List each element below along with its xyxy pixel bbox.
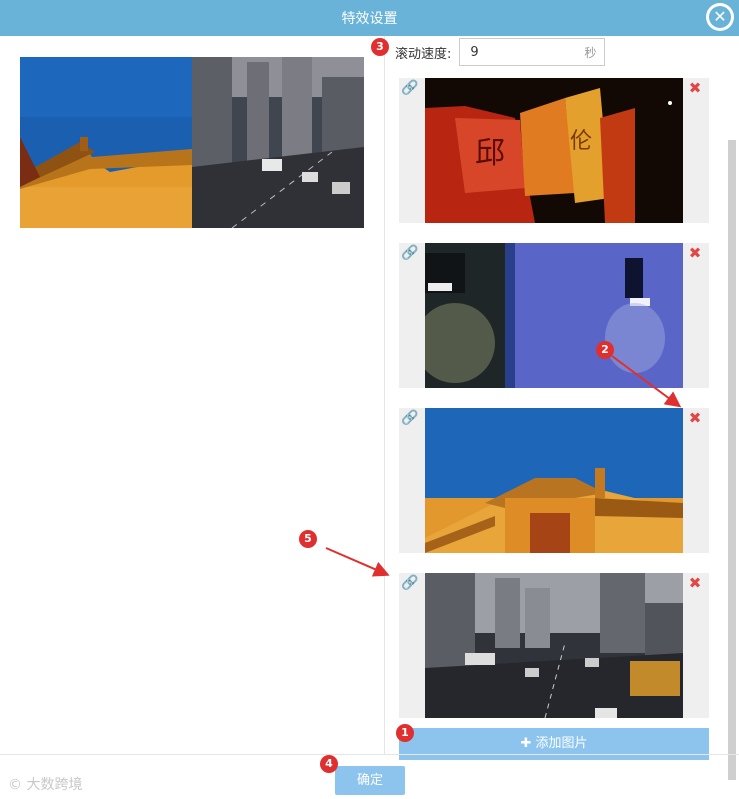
- annotation-marker-1: 1: [396, 724, 414, 742]
- watermark: © 大数跨境: [8, 774, 82, 794]
- image-red-lantern: 邱 伦: [425, 78, 683, 223]
- image-blue-wall-lamp: [425, 243, 683, 388]
- image-list: 🔗 邱 伦 ✖ 🔗 ✖ 🔗 ✖ 🔗 ✖: [399, 78, 709, 738]
- close-button[interactable]: ✕: [706, 3, 734, 31]
- effect-preview: [20, 57, 364, 228]
- delete-icon[interactable]: ✖: [687, 80, 703, 96]
- preview-image-palace: [20, 57, 192, 228]
- speed-label: 滚动速度:: [395, 46, 452, 62]
- annotation-marker-3: 3: [371, 38, 389, 56]
- watermark-logo-icon: ©: [8, 777, 22, 793]
- scrollbar-thumb[interactable]: [728, 140, 736, 780]
- preview-image-street: [192, 57, 364, 228]
- list-item: 🔗 ✖: [399, 243, 709, 388]
- annotation-marker-5: 5: [299, 530, 317, 548]
- link-icon[interactable]: 🔗: [401, 574, 419, 592]
- speed-input[interactable]: 9 秒: [459, 38, 606, 66]
- panel-divider: [384, 36, 385, 754]
- annotation-marker-4: 4: [320, 755, 338, 773]
- watermark-text: 大数跨境: [26, 777, 83, 793]
- list-item: 🔗 ✖: [399, 573, 709, 718]
- arrow-to-link-icon: [325, 547, 390, 577]
- plus-icon: ✚: [520, 736, 536, 751]
- delete-icon[interactable]: ✖: [687, 575, 703, 591]
- svg-text:邱: 邱: [475, 136, 505, 171]
- link-icon[interactable]: 🔗: [401, 244, 419, 262]
- image-palace-gate: [425, 408, 683, 553]
- dialog-titlebar: 特效设置 ✕: [0, 0, 739, 36]
- list-scrollbar[interactable]: [727, 40, 737, 780]
- speed-setting: 滚动速度: 9 秒: [395, 37, 606, 67]
- delete-icon[interactable]: ✖: [687, 245, 703, 261]
- list-item: 🔗 邱 伦 ✖: [399, 78, 709, 223]
- speed-unit: 秒: [584, 45, 597, 60]
- link-icon[interactable]: 🔗: [401, 79, 419, 97]
- list-item: 🔗 ✖: [399, 408, 709, 553]
- dialog-title: 特效设置: [341, 11, 398, 27]
- delete-icon[interactable]: ✖: [687, 410, 703, 426]
- add-image-button[interactable]: ✚ 添加图片: [399, 728, 709, 760]
- footer-divider: [0, 754, 739, 755]
- annotation-marker-2: 2: [596, 341, 614, 359]
- image-city-street: [425, 573, 683, 718]
- confirm-button[interactable]: 确定: [335, 766, 405, 795]
- speed-value: 9: [470, 44, 479, 60]
- close-icon: ✕: [709, 6, 731, 28]
- add-image-label: 添加图片: [535, 736, 588, 751]
- svg-text:伦: 伦: [570, 129, 592, 154]
- link-icon[interactable]: 🔗: [401, 409, 419, 427]
